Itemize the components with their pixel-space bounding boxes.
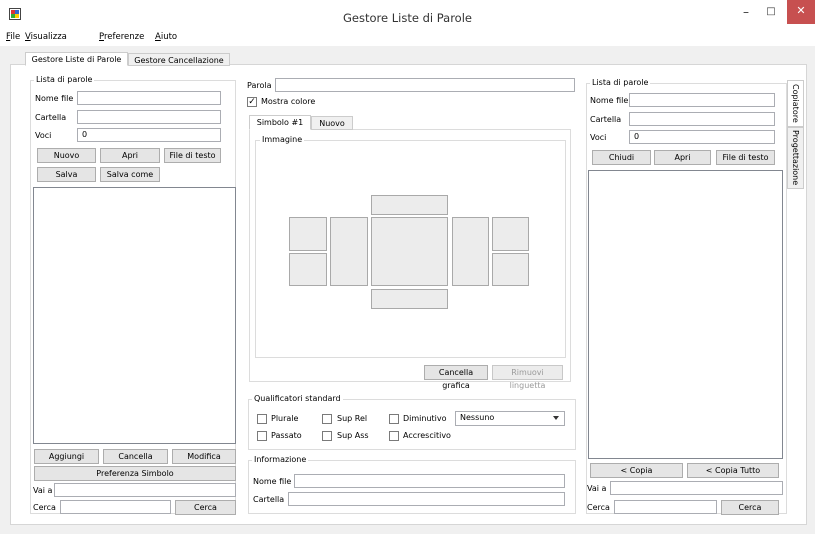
left-salva-button[interactable]: Salva [37,167,96,182]
mostra-colore-label: Mostra colore [261,97,316,106]
right-vai-a-label: Vai a [587,484,607,493]
info-nome-file-input[interactable] [294,474,565,488]
sup-rel-label: Sup Rel [337,414,368,423]
diminutivo-checkbox[interactable] [389,414,399,424]
passato-label: Passato [271,431,302,440]
symbol-slot-far-right-bottom[interactable] [492,253,529,286]
informazione-title: Informazione [252,455,309,464]
left-cartella-label: Cartella [35,113,67,122]
right-cartella-input[interactable] [629,112,775,126]
left-salva-come-button[interactable]: Salva come [100,167,160,182]
left-cartella-input[interactable] [77,110,221,124]
left-modifica-button[interactable]: Modifica [172,449,236,464]
right-voci-input[interactable]: 0 [629,130,775,144]
left-nome-file-label: Nome file [35,94,74,103]
passato-checkbox[interactable] [257,431,267,441]
right-apri-button[interactable]: Apri [654,150,711,165]
info-cartella-input[interactable] [288,492,565,506]
plurale-checkbox[interactable] [257,414,267,424]
immagine-title: Immagine [260,135,305,144]
left-cancella-button[interactable]: Cancella [103,449,168,464]
plurale-label: Plurale [271,414,299,423]
symbol-slot-bottom[interactable] [371,289,448,309]
right-nome-file-input[interactable] [629,93,775,107]
tab-nuovo[interactable]: Nuovo [311,116,353,130]
menu-preferenze[interactable]: Preferenze [99,32,144,42]
tab-gestore-cancellazione[interactable]: Gestore Cancellazione [128,53,230,66]
dropdown-value: Nessuno [460,413,495,422]
right-cerca-label: Cerca [587,503,610,512]
copia-button[interactable]: < Copia [590,463,683,478]
symbol-slot-far-right-top[interactable] [492,217,529,251]
left-aggiungi-button[interactable]: Aggiungi [34,449,99,464]
maximize-button[interactable]: □ [760,3,782,23]
sup-rel-checkbox[interactable] [322,414,332,424]
right-vai-a-input[interactable] [610,481,783,495]
tab-gestore-liste[interactable]: Gestore Liste di Parole [25,52,128,66]
right-group-title: Lista di parole [590,78,651,87]
diminutivo-label: Diminutivo [403,414,447,423]
menu-file[interactable]: File [6,32,20,42]
copia-tutto-button[interactable]: < Copia Tutto [687,463,779,478]
left-vai-a-input[interactable] [54,483,236,497]
left-cerca-input[interactable] [60,500,171,514]
preferenza-simbolo-button[interactable]: Preferenza Simbolo [34,466,236,481]
symbol-slot-top[interactable] [371,195,448,215]
right-voci-label: Voci [590,133,607,142]
symbol-slot-right[interactable] [452,217,489,286]
right-cartella-label: Cartella [590,115,622,124]
right-cerca-input[interactable] [614,500,717,514]
rimuovi-linguetta-button[interactable]: Rimuovi linguetta [492,365,563,390]
accrescitivo-label: Accrescitivo [403,431,451,440]
parola-label: Parola [247,81,272,90]
left-voci-label: Voci [35,131,52,140]
right-nome-file-label: Nome file [590,96,629,105]
accrescitivo-checkbox[interactable] [389,431,399,441]
sup-ass-label: Sup Ass [337,431,369,440]
left-vai-a-label: Vai a [33,486,53,495]
info-cartella-label: Cartella [253,495,285,504]
parola-input[interactable] [275,78,575,92]
left-voci-input[interactable]: 0 [77,128,221,142]
right-chiudi-button[interactable]: Chiudi [592,150,651,165]
left-cerca-label: Cerca [33,503,56,512]
chevron-down-icon [553,416,559,420]
left-cerca-button[interactable]: Cerca [175,500,236,515]
mostra-colore-checkbox[interactable]: ✓ [247,97,257,107]
close-button[interactable]: ✕ [787,0,815,24]
minimize-button[interactable]: – [735,3,757,23]
symbol-slot-far-left-top[interactable] [289,217,327,251]
window-title: Gestore Liste di Parole [343,11,472,25]
left-nome-file-input[interactable] [77,91,221,105]
tab-copiatore[interactable]: Copiatore [787,80,804,127]
qualificatori-title: Qualificatori standard [252,394,343,403]
left-apri-button[interactable]: Apri [100,148,160,163]
symbol-slot-left[interactable] [330,217,368,286]
tab-simbolo-1[interactable]: Simbolo #1 [249,115,311,130]
menu-aiuto[interactable]: Aiuto [155,32,177,42]
tab-progettazione[interactable]: Progettazione [787,127,804,189]
symbol-slot-center[interactable] [371,217,448,286]
cancella-grafica-button[interactable]: Cancella grafica [424,365,488,390]
menu-visualizza[interactable]: Visualizza [25,32,67,42]
sup-ass-checkbox[interactable] [322,431,332,441]
right-word-list[interactable] [588,170,783,459]
left-word-list[interactable] [33,187,236,444]
qualificatore-dropdown[interactable]: Nessuno [455,411,565,426]
info-nome-file-label: Nome file [253,477,292,486]
right-cerca-button[interactable]: Cerca [721,500,779,515]
symbol-slot-far-left-bottom[interactable] [289,253,327,286]
right-file-testo-button[interactable]: File di testo [716,150,775,165]
left-nuovo-button[interactable]: Nuovo [37,148,96,163]
left-group-title: Lista di parole [34,75,95,84]
left-file-testo-button[interactable]: File di testo [164,148,221,163]
